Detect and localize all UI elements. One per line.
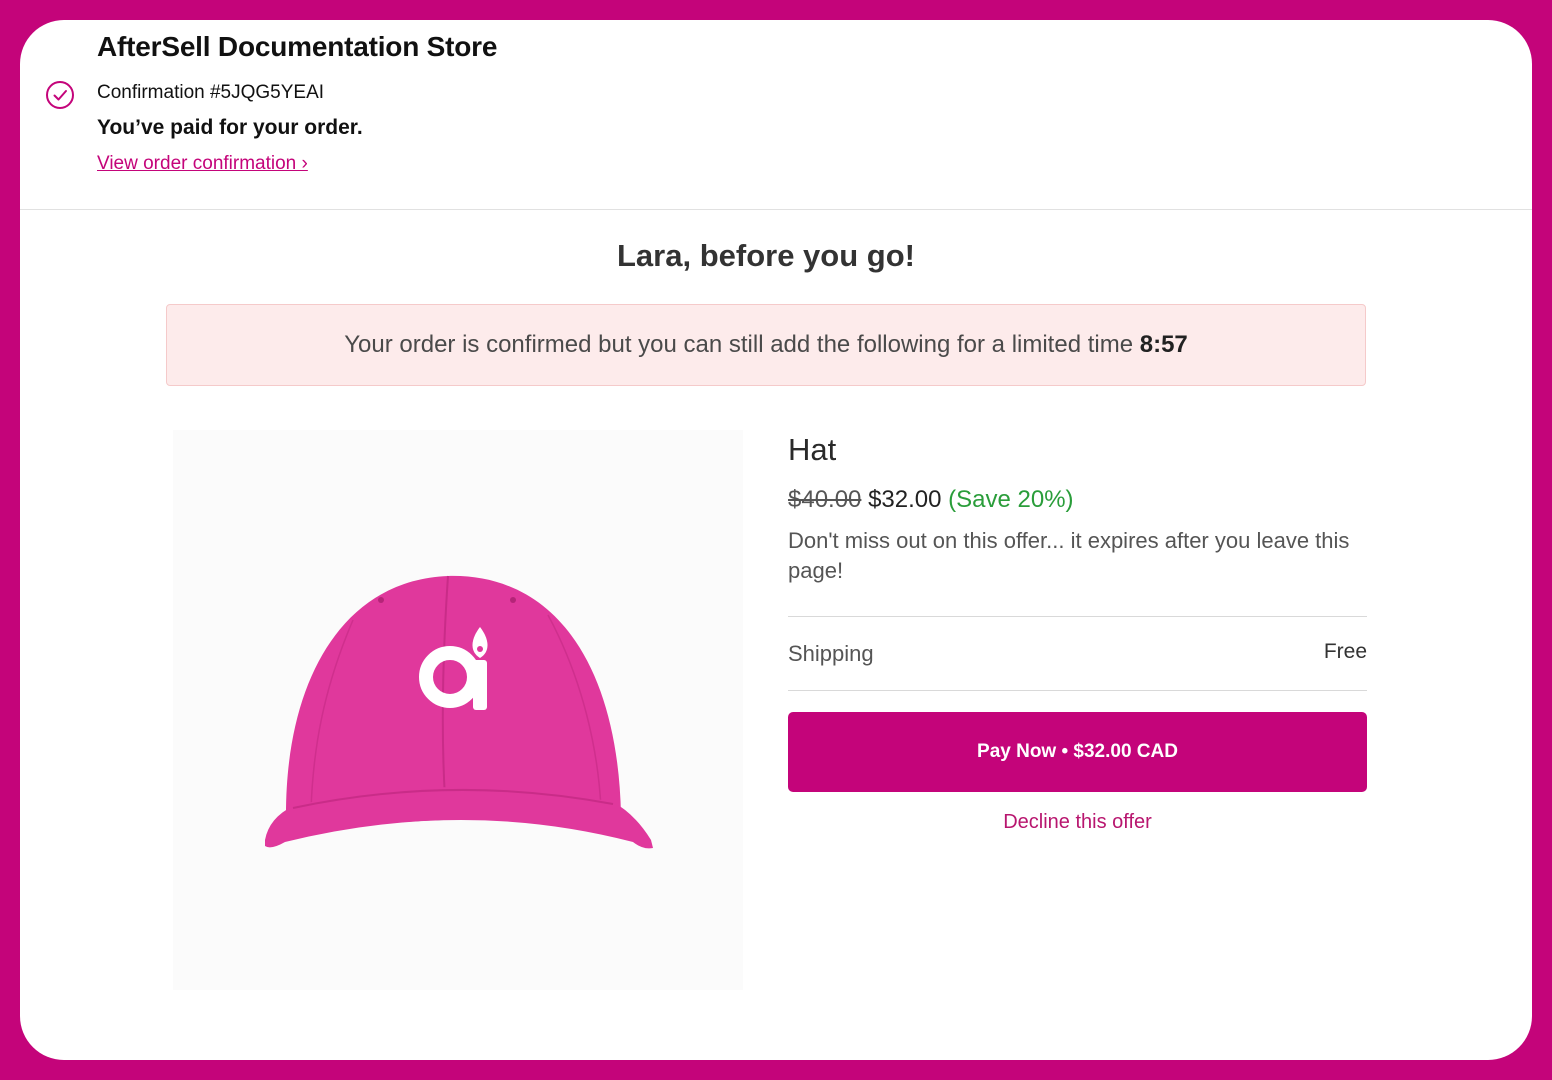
offer-headline: Lara, before you go! [617, 238, 915, 273]
view-order-confirmation-link[interactable]: View order confirmation › [97, 153, 308, 175]
shipping-value: Free [1323, 640, 1367, 663]
offer-description: Don't miss out on this offer... it expir… [788, 528, 1350, 583]
price-row: $40.00 $32.00 (Save 20%) [788, 486, 1074, 514]
decline-offer-link[interactable]: Decline this offer [788, 811, 1367, 834]
pay-now-button[interactable]: Pay Now • $32.00 CAD [788, 712, 1367, 792]
sale-price: $32.00 [868, 486, 942, 513]
banner-text: Your order is confirmed but you can stil… [344, 331, 1134, 358]
paid-message: You’ve paid for your order. [97, 116, 363, 139]
cap-icon [265, 575, 653, 849]
original-price: $40.00 [788, 486, 862, 513]
divider-bottom [788, 690, 1367, 691]
savings-label: (Save 20%) [948, 486, 1074, 513]
shipping-label: Shipping [788, 641, 874, 666]
store-name: AfterSell Documentation Store [97, 31, 498, 62]
countdown-timer: 8:57 [1139, 331, 1188, 358]
confirmation-number: Confirmation #5JQG5YEAI [97, 82, 325, 103]
check-circle-icon [46, 81, 74, 109]
limited-time-banner: Your order is confirmed but you can stil… [166, 304, 1366, 386]
product-image [173, 430, 743, 990]
divider-top [788, 616, 1367, 617]
product-title: Hat [788, 432, 837, 467]
order-status-header: AfterSell Documentation Store Confirmati… [20, 20, 1532, 210]
checkout-window: AfterSell Documentation Store Confirmati… [20, 20, 1532, 1060]
